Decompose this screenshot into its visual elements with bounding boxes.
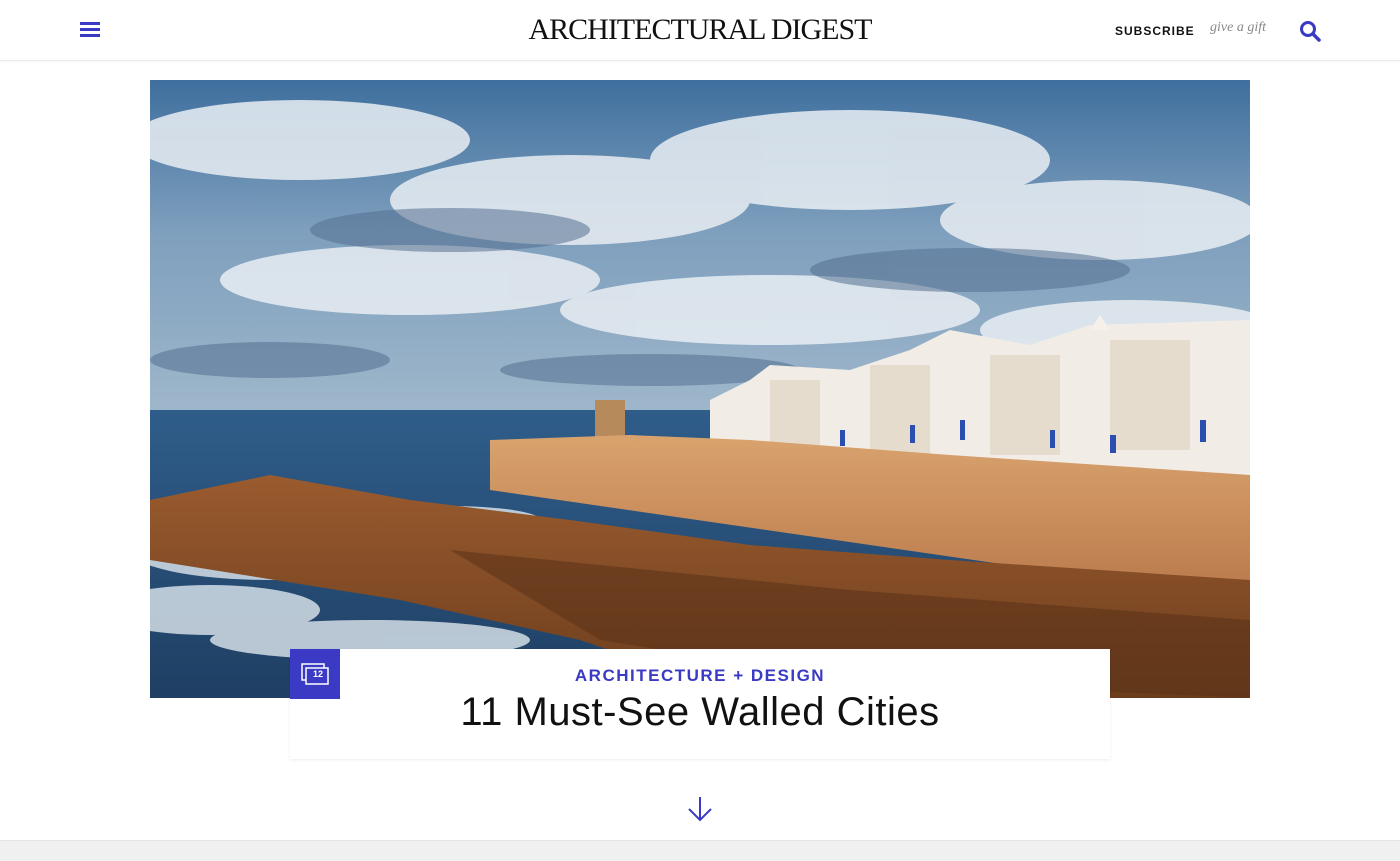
site-logo[interactable]: ARCHITECTURAL DIGEST (500, 13, 900, 47)
hamburger-menu-icon[interactable] (80, 22, 100, 39)
subscribe-link[interactable]: SUBSCRIBE (1115, 24, 1195, 38)
give-a-gift-link[interactable]: give a gift (1210, 20, 1266, 36)
chevron-down-arrow-icon[interactable] (686, 795, 714, 823)
article-category[interactable]: ARCHITECTURE + DESIGN (290, 666, 1110, 686)
hero-image[interactable] (150, 80, 1250, 698)
site-header: ARCHITECTURAL DIGEST SUBSCRIBE give a gi… (0, 0, 1400, 61)
page-footer-strip (0, 840, 1400, 861)
search-icon[interactable] (1298, 19, 1322, 43)
article-title[interactable]: 11 Must-See Walled Cities (290, 690, 1110, 735)
